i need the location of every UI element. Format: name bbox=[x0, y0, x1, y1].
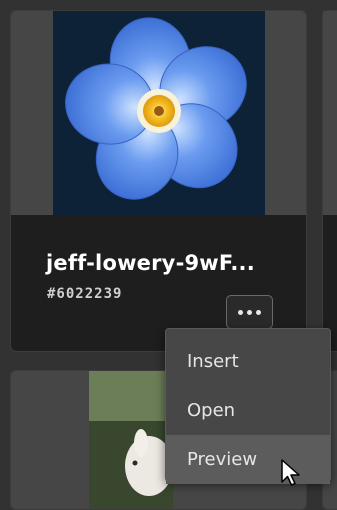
forget-me-not-flower-image bbox=[53, 11, 265, 215]
neighbor-card[interactable] bbox=[322, 10, 337, 352]
mouse-pointer-icon bbox=[281, 459, 300, 486]
white-rabbit-in-grass-image bbox=[89, 371, 173, 509]
more-dots-icon bbox=[238, 309, 243, 315]
menu-item-open[interactable]: Open bbox=[166, 386, 330, 435]
asset-card[interactable]: jeff-lowery-9wF... #6022239 bbox=[10, 10, 307, 352]
context-menu: Insert Open Preview bbox=[165, 328, 331, 484]
asset-thumbnail[interactable] bbox=[11, 11, 306, 215]
menu-item-insert[interactable]: Insert bbox=[166, 337, 330, 386]
more-dot bbox=[247, 309, 252, 315]
asset-id: #6022239 bbox=[47, 286, 123, 302]
menu-item-preview[interactable]: Preview bbox=[166, 435, 330, 484]
more-dot bbox=[256, 309, 261, 315]
asset-title: jeff-lowery-9wF... bbox=[46, 251, 255, 275]
more-options-button[interactable] bbox=[226, 295, 273, 329]
neighbor-card-thumbnail bbox=[323, 11, 337, 215]
